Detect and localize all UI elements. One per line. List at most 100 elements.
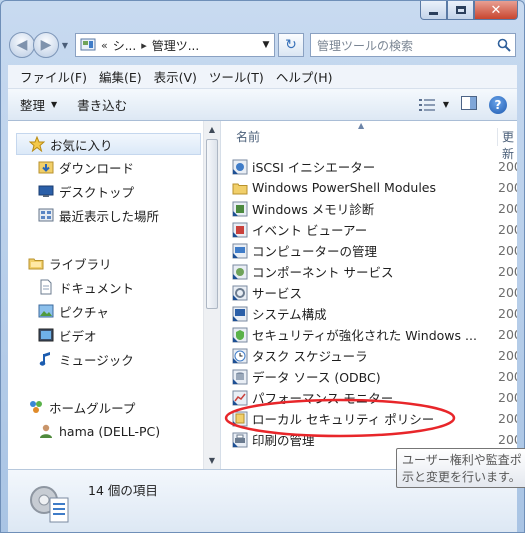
- security-policy-icon: [232, 411, 248, 427]
- preview-pane-icon: [461, 96, 477, 110]
- address-bar[interactable]: « シ... ▸ 管理ツ... ▼: [75, 33, 275, 57]
- breadcrumb-overflow[interactable]: «: [101, 39, 108, 52]
- nav-downloads[interactable]: ダウンロード: [38, 156, 134, 178]
- organize-button[interactable]: 整理 ▼: [20, 95, 57, 114]
- scroll-up-icon[interactable]: ▲: [204, 121, 220, 138]
- refresh-button[interactable]: ↻: [278, 33, 304, 57]
- refresh-icon: ↻: [285, 37, 297, 53]
- database-icon: [232, 369, 248, 385]
- preview-pane-button[interactable]: [461, 96, 477, 113]
- column-date[interactable]: 更新: [497, 128, 517, 161]
- item-count: 14 個の項目: [88, 483, 158, 498]
- forward-button[interactable]: ▶: [33, 32, 59, 58]
- item-date: 200: [498, 432, 517, 447]
- nav-recent-places[interactable]: 最近表示した場所: [38, 204, 159, 226]
- nav-pictures[interactable]: ピクチャ: [38, 300, 109, 322]
- nav-videos[interactable]: ビデオ: [38, 324, 97, 346]
- breadcrumb-separator-icon[interactable]: ▸: [141, 39, 147, 52]
- nav-homegroup-user-label: hama (DELL-PC): [59, 423, 161, 439]
- item-date: 200: [498, 285, 517, 300]
- navigation-bar: ◀ ▶ ▼ « シ... ▸ 管理ツ... ▼ ↻ 管理ツールの検索: [9, 31, 516, 59]
- list-item[interactable]: 印刷の管理 200: [232, 429, 517, 450]
- picture-icon: [38, 303, 54, 319]
- menu-edit[interactable]: 編集(E): [93, 67, 148, 86]
- menu-file[interactable]: ファイル(F): [14, 67, 93, 86]
- item-tooltip: ユーザー権利や監査ポ 示と変更を行います。: [396, 448, 525, 488]
- homegroup-icon: [28, 399, 44, 415]
- nav-pane-scrollbar[interactable]: ▲ ▼: [203, 121, 220, 469]
- list-item[interactable]: iSCSI イニシエーター 200: [232, 156, 517, 177]
- item-name: データ ソース (ODBC): [252, 370, 381, 385]
- list-item[interactable]: セキュリティが強化された Windows ... 200: [232, 324, 517, 345]
- item-name: 印刷の管理: [252, 433, 315, 448]
- forward-arrow-icon: ▶: [40, 37, 52, 53]
- shortcut-icon: [232, 201, 248, 217]
- desktop-icon: [38, 183, 54, 199]
- scroll-down-icon[interactable]: ▼: [204, 452, 220, 469]
- list-item[interactable]: Windows PowerShell Modules 200: [232, 177, 517, 198]
- menu-tools[interactable]: ツール(T): [203, 67, 270, 86]
- nav-favorites[interactable]: お気に入り: [16, 133, 201, 155]
- column-name[interactable]: 名前: [236, 128, 260, 145]
- nav-recent-places-label: 最近表示した場所: [59, 208, 160, 224]
- recent-places-icon: [38, 207, 54, 223]
- item-name: システム構成: [252, 307, 327, 322]
- item-name: タスク スケジューラ: [252, 349, 368, 364]
- nav-homegroup[interactable]: ホームグループ: [28, 396, 135, 418]
- nav-downloads-label: ダウンロード: [59, 160, 135, 176]
- organize-label: 整理: [20, 98, 46, 113]
- menu-help[interactable]: ヘルプ(H): [270, 67, 339, 86]
- menu-view[interactable]: 表示(V): [148, 67, 203, 86]
- list-item[interactable]: Windows メモリ診断 200: [232, 198, 517, 219]
- nav-music-label: ミュージック: [59, 352, 134, 368]
- star-icon: [29, 136, 45, 152]
- list-item[interactable]: イベント ビューアー 200: [232, 219, 517, 240]
- menu-bar: ファイル(F) 編集(E) 表示(V) ツール(T) ヘルプ(H): [8, 65, 517, 89]
- list-item[interactable]: サービス 200: [232, 282, 517, 303]
- search-input[interactable]: 管理ツールの検索: [310, 33, 516, 57]
- list-item[interactable]: コンポーネント サービス 200: [232, 261, 517, 282]
- nav-homegroup-user[interactable]: hama (DELL-PC): [38, 420, 160, 442]
- minimize-button[interactable]: [420, 1, 447, 20]
- nav-pane-scroll-thumb[interactable]: [206, 139, 218, 309]
- help-button[interactable]: ?: [489, 95, 507, 114]
- close-button[interactable]: ✕: [474, 1, 518, 20]
- back-button[interactable]: ◀: [9, 32, 35, 58]
- chevron-down-icon: ▼: [51, 100, 58, 109]
- chevron-down-icon: ▼: [442, 100, 449, 109]
- music-icon: [38, 351, 54, 367]
- burn-label: 書き込む: [77, 98, 128, 113]
- list-item[interactable]: コンピューターの管理 200: [232, 240, 517, 261]
- nav-documents[interactable]: ドキュメント: [38, 276, 134, 298]
- list-item[interactable]: データ ソース (ODBC) 200: [232, 366, 517, 387]
- nav-libraries-label: ライブラリ: [49, 256, 112, 272]
- nav-music[interactable]: ミュージック: [38, 348, 134, 370]
- user-icon: [38, 423, 54, 439]
- breadcrumb-system[interactable]: シ...: [113, 37, 136, 54]
- item-date: 200: [498, 348, 517, 363]
- item-name: セキュリティが強化された Windows ...: [252, 328, 477, 343]
- address-dropdown-icon[interactable]: ▼: [258, 40, 274, 50]
- clock-icon: [232, 348, 248, 364]
- recent-pages-dropdown[interactable]: ▼: [59, 41, 71, 50]
- view-options-button[interactable]: ▼: [418, 98, 449, 111]
- shortcut-icon: [232, 264, 248, 280]
- caption-buttons: ✕: [420, 1, 518, 20]
- shortcut-icon: [232, 222, 248, 238]
- item-date: 200: [498, 159, 517, 174]
- item-date: 200: [498, 411, 517, 426]
- item-name: iSCSI イニシエーター: [252, 160, 376, 175]
- breadcrumb-admin-tools[interactable]: 管理ツ...: [152, 37, 199, 54]
- nav-desktop-label: デスクトップ: [59, 184, 135, 200]
- printer-icon: [232, 432, 248, 448]
- nav-desktop[interactable]: デスクトップ: [38, 180, 134, 202]
- list-item[interactable]: ローカル セキュリティ ポリシー 200: [232, 408, 517, 429]
- list-item[interactable]: パフォーマンス モニター 200: [232, 387, 517, 408]
- maximize-button[interactable]: [447, 1, 474, 20]
- list-item[interactable]: タスク スケジューラ 200: [232, 345, 517, 366]
- burn-button[interactable]: 書き込む: [77, 95, 127, 114]
- search-icon[interactable]: [493, 38, 515, 52]
- list-item[interactable]: システム構成 200: [232, 303, 517, 324]
- nav-libraries[interactable]: ライブラリ: [28, 252, 112, 274]
- item-name: コンポーネント サービス: [252, 265, 394, 280]
